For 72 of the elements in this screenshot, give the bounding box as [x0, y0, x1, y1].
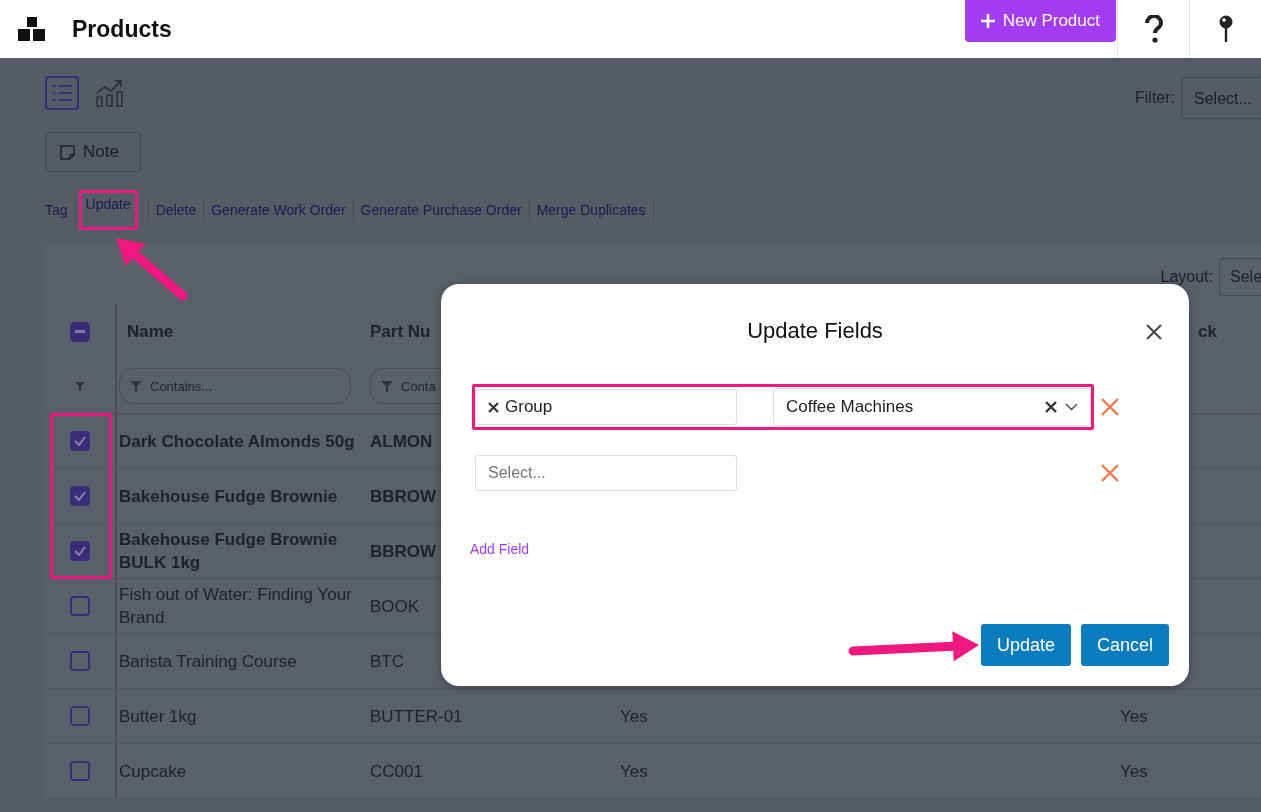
row-checkbox[interactable] [70, 706, 90, 726]
arrow-annotation [116, 238, 188, 301]
note-icon [60, 144, 75, 160]
field-select[interactable]: Select... [475, 455, 737, 491]
dialog-button[interactable]: Update [980, 624, 1071, 666]
filter-icon [75, 381, 85, 391]
column-header: Part Nu [370, 321, 431, 342]
add-field-link[interactable]: Add Field [470, 541, 530, 557]
chevron-down-icon [1065, 403, 1078, 411]
table-cell-text: BBROW [370, 485, 437, 508]
action-link[interactable]: Merge Duplicates [536, 199, 646, 221]
clear-icon[interactable] [1045, 401, 1057, 413]
row-checkbox[interactable] [70, 761, 90, 781]
table-cell-text: BBROW [370, 540, 437, 563]
table-cell-text: Yes [620, 705, 648, 728]
row-checkbox[interactable] [70, 431, 90, 451]
column-header: Name [127, 321, 174, 342]
action-link[interactable]: Generate Work Order [211, 199, 346, 221]
layout-label: Layout: [1160, 268, 1213, 286]
table-cell-text: BUTTER-01 [370, 705, 463, 728]
table-cell-text: Barista Training Course [119, 650, 297, 673]
value-select[interactable]: Coffee Machines [773, 388, 1091, 426]
plus-icon [980, 14, 995, 28]
note-button[interactable]: Note [45, 132, 141, 172]
filter-icon [130, 380, 142, 392]
dialog-button[interactable]: Cancel [1080, 624, 1169, 666]
minus-icon [75, 329, 85, 334]
check-icon [74, 491, 86, 501]
row-checkbox[interactable] [70, 541, 90, 561]
table-cell-text: Yes [1120, 705, 1148, 728]
filter-icon [381, 380, 393, 392]
list-view-tab[interactable] [45, 76, 79, 110]
table-cell-text: Yes [620, 760, 648, 783]
table-cell-text: Yes [1120, 760, 1148, 783]
chart-icon [95, 79, 125, 107]
action-link[interactable]: Tag [45, 199, 68, 221]
action-link[interactable]: Update [85, 196, 131, 212]
help-icon[interactable] [1143, 15, 1164, 43]
table-cell-text: BTC [370, 650, 404, 673]
logo-icon [18, 17, 46, 41]
table-cell-text: BOOK [370, 595, 420, 618]
filter-select[interactable]: Select... [1181, 77, 1261, 119]
check-icon [74, 436, 86, 446]
table-cell-text: CC001 [370, 760, 423, 783]
column-header: ck [1198, 321, 1217, 342]
action-link[interactable]: Generate Purchase Order [360, 199, 522, 221]
row-checkbox[interactable] [70, 651, 90, 671]
table-cell-text: Dark Chocolate Almonds 50g [119, 430, 355, 453]
new-product-button[interactable]: New Product [964, 0, 1116, 42]
check-icon [74, 546, 86, 556]
list-icon [51, 83, 73, 103]
filter-label: Filter: [1135, 89, 1175, 107]
row-checkbox[interactable] [70, 486, 90, 506]
close-icon[interactable] [1146, 324, 1162, 340]
page-title: Products [72, 15, 173, 43]
table-cell-text: Fish out of Water: Finding Your Brand [119, 584, 353, 629]
table-cell-text: ALMON [370, 430, 433, 453]
action-link[interactable]: Delete [155, 199, 197, 221]
remove-row-icon[interactable] [1101, 464, 1119, 482]
row-checkbox[interactable] [70, 596, 90, 616]
table-cell-text: Butter 1kg [119, 705, 197, 728]
filter-field[interactable]: Contains... [119, 368, 351, 404]
select-all-checkbox[interactable] [70, 321, 90, 342]
table-cell-text: Bakehouse Fudge Brownie [119, 485, 338, 508]
table-cell-text: Cupcake [119, 760, 187, 783]
table-cell-text: Bakehouse Fudge Brownie BULK 1kg [119, 529, 339, 574]
remove-row-icon[interactable] [1101, 398, 1119, 416]
remove-icon[interactable] [488, 401, 499, 413]
pin-icon[interactable] [1218, 15, 1233, 43]
dialog-title: Update Fields [747, 318, 883, 344]
field-select[interactable]: Group [475, 389, 737, 425]
layout-select[interactable]: Sele [1219, 258, 1261, 296]
